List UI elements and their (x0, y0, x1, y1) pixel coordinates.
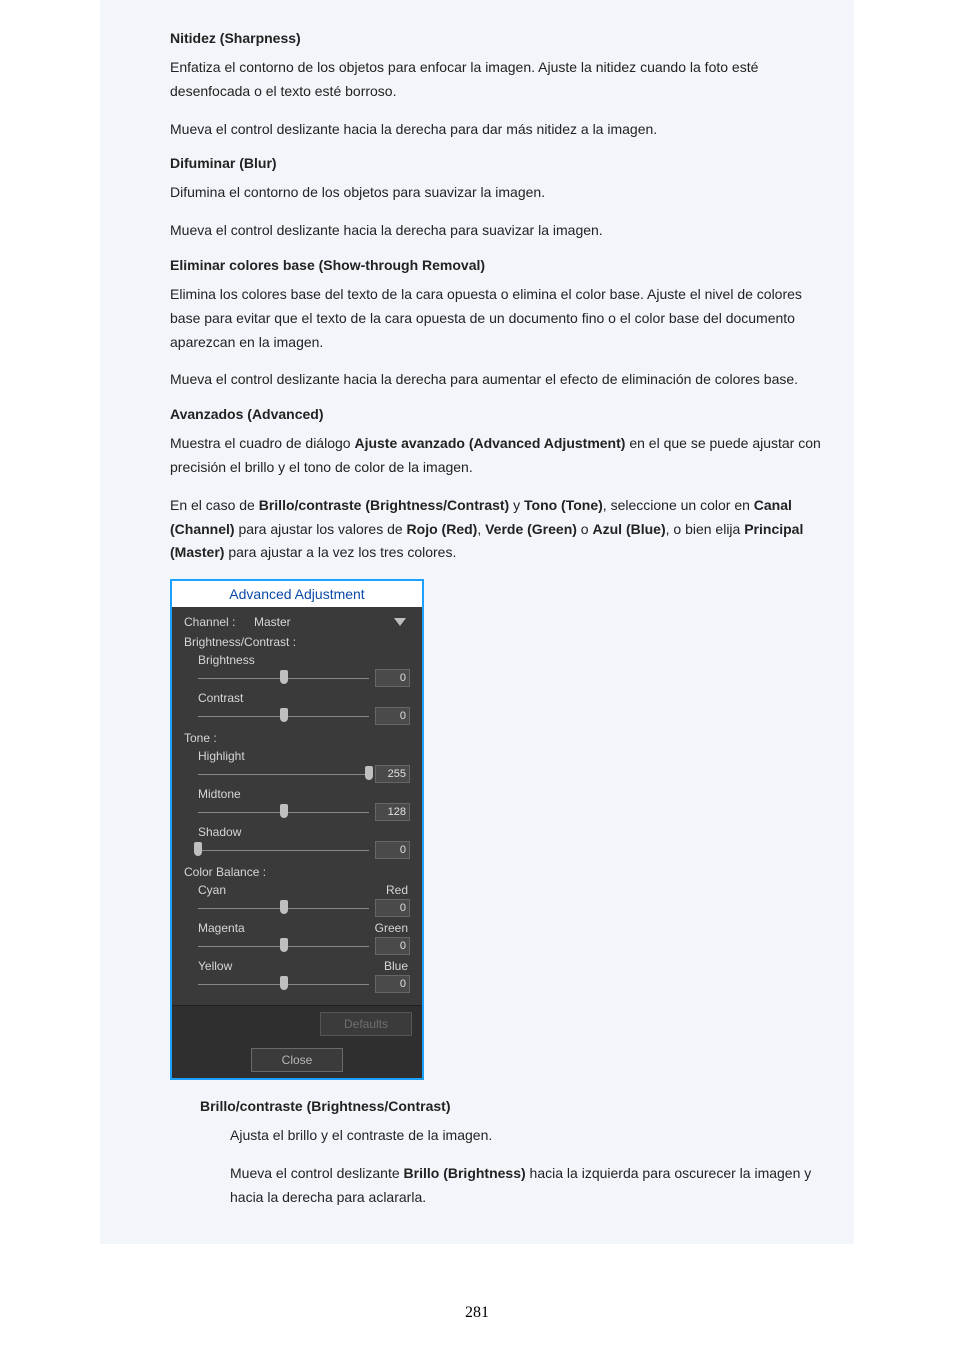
midtone-slider[interactable] (198, 804, 369, 820)
bold-brightness: Brillo (Brightness) (404, 1165, 526, 1181)
defaults-button[interactable]: Defaults (320, 1012, 412, 1036)
text: , (477, 521, 485, 537)
content-area: Nitidez (Sharpness) Enfatiza el contorno… (100, 0, 854, 1244)
bold-red: Rojo (Red) (407, 521, 478, 537)
text: para ajustar a la vez los tres colores. (224, 544, 456, 560)
text: o (577, 521, 593, 537)
cb-yellow-blue-slider-row: 0 (198, 975, 410, 993)
cb-magenta-green-labels: Magenta Green (198, 921, 410, 935)
section-title-showthrough: Eliminar colores base (Show-through Remo… (130, 257, 824, 273)
close-button[interactable]: Close (251, 1048, 343, 1072)
text: Muestra el cuadro de diálogo (170, 435, 354, 451)
cb-yellow-blue-value[interactable]: 0 (375, 975, 410, 993)
shadow-slider[interactable] (198, 842, 369, 858)
para-sharpness-2: Mueva el control deslizante hacia la der… (130, 118, 824, 142)
panel-footer-defaults: Defaults (172, 1005, 422, 1042)
panel-title: Advanced Adjustment (172, 581, 422, 607)
highlight-value[interactable]: 255 (375, 765, 410, 783)
brightness-value[interactable]: 0 (375, 669, 410, 687)
channel-select[interactable]: Master (254, 615, 410, 629)
section-title-blur: Difuminar (Blur) (130, 155, 824, 171)
channel-label: Channel : (184, 615, 254, 629)
channel-row: Channel : Master (184, 615, 410, 629)
red-label: Red (338, 883, 410, 897)
bold-tone: Tono (Tone) (524, 497, 603, 513)
magenta-label: Magenta (198, 921, 245, 935)
contrast-slider-row: 0 (198, 707, 410, 725)
brightness-slider-row: 0 (198, 669, 410, 687)
blue-label: Blue (338, 959, 410, 973)
tone-group-label: Tone : (184, 731, 410, 745)
para-blur-2: Mueva el control deslizante hacia la der… (130, 219, 824, 243)
highlight-label: Highlight (198, 749, 410, 763)
cb-yellow-blue-slider[interactable] (198, 976, 369, 992)
cb-magenta-green-slider[interactable] (198, 938, 369, 954)
bold-green: Verde (Green) (485, 521, 577, 537)
brightness-contrast-group-label: Brightness/Contrast : (184, 635, 410, 649)
text: Mueva el control deslizante (230, 1165, 404, 1181)
cb-cyan-red-slider-row: 0 (198, 899, 410, 917)
para-blur-1: Difumina el contorno de los objetos para… (130, 181, 824, 205)
page-number: 281 (0, 1304, 954, 1322)
advanced-adjustment-panel: Advanced Adjustment Channel : Master Bri… (170, 579, 424, 1080)
text: para ajustar los valores de (235, 521, 407, 537)
cyan-label: Cyan (198, 883, 226, 897)
contrast-slider[interactable] (198, 708, 369, 724)
para-showthrough-2: Mueva el control deslizante hacia la der… (130, 368, 824, 392)
bold-blue: Azul (Blue) (593, 521, 666, 537)
color-balance-group-label: Color Balance : (184, 865, 410, 879)
text: y (509, 497, 524, 513)
panel-body: Channel : Master Brightness/Contrast : B… (172, 607, 422, 1005)
cb-magenta-green-value[interactable]: 0 (375, 937, 410, 955)
cb-magenta-green-slider-row: 0 (198, 937, 410, 955)
shadow-label: Shadow (198, 825, 410, 839)
cb-cyan-red-labels: Cyan Red (198, 883, 410, 897)
highlight-slider[interactable] (198, 766, 369, 782)
green-label: Green (338, 921, 410, 935)
shadow-value[interactable]: 0 (375, 841, 410, 859)
para-advanced-1: Muestra el cuadro de diálogo Ajuste avan… (130, 432, 824, 480)
midtone-value[interactable]: 128 (375, 803, 410, 821)
text: , o bien elija (666, 521, 745, 537)
yellow-label: Yellow (198, 959, 232, 973)
para-showthrough-1: Elimina los colores base del texto de la… (130, 283, 824, 354)
panel-footer-close: Close (172, 1042, 422, 1078)
para-advanced-2: En el caso de Brillo/contraste (Brightne… (130, 494, 824, 565)
page: Nitidez (Sharpness) Enfatiza el contorno… (0, 0, 954, 1352)
shadow-slider-row: 0 (198, 841, 410, 859)
brightness-label: Brightness (198, 653, 410, 667)
chevron-down-icon (394, 618, 406, 626)
section-title-sharpness: Nitidez (Sharpness) (130, 30, 824, 46)
midtone-label: Midtone (198, 787, 410, 801)
brightness-slider[interactable] (198, 670, 369, 686)
highlight-slider-row: 255 (198, 765, 410, 783)
channel-value: Master (254, 615, 291, 629)
subsection-title-brightness-contrast: Brillo/contraste (Brightness/Contrast) (130, 1098, 824, 1114)
para-brightcontrast-1: Ajusta el brillo y el contraste de la im… (130, 1124, 824, 1148)
para-sharpness-1: Enfatiza el contorno de los objetos para… (130, 56, 824, 104)
section-title-advanced: Avanzados (Advanced) (130, 406, 824, 422)
bold-advanced-adjustment: Ajuste avanzado (Advanced Adjustment) (354, 435, 625, 451)
advanced-adjustment-panel-wrap: Advanced Adjustment Channel : Master Bri… (130, 579, 824, 1080)
bold-brightness-contrast: Brillo/contraste (Brightness/Contrast) (259, 497, 509, 513)
contrast-value[interactable]: 0 (375, 707, 410, 725)
midtone-slider-row: 128 (198, 803, 410, 821)
text: , seleccione un color en (603, 497, 754, 513)
cb-yellow-blue-labels: Yellow Blue (198, 959, 410, 973)
text: En el caso de (170, 497, 259, 513)
para-brightcontrast-2: Mueva el control deslizante Brillo (Brig… (130, 1162, 824, 1210)
cb-cyan-red-slider[interactable] (198, 900, 369, 916)
contrast-label: Contrast (198, 691, 410, 705)
cb-cyan-red-value[interactable]: 0 (375, 899, 410, 917)
